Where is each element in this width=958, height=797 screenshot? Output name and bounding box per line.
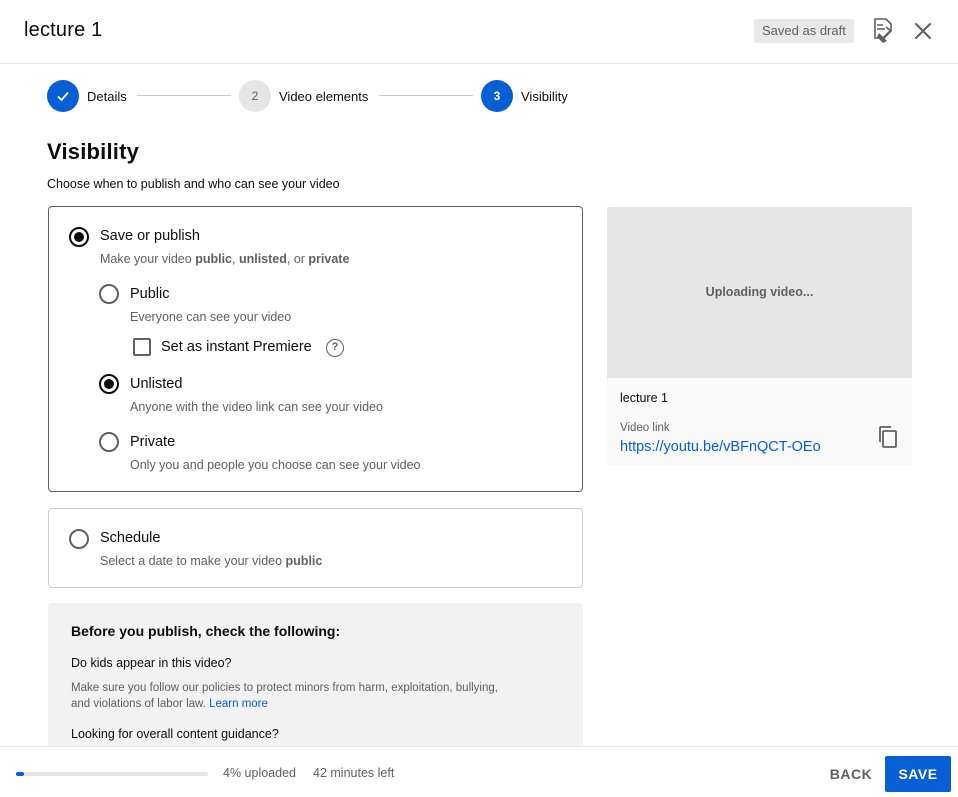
preview-video-title: lecture 1 <box>620 391 668 405</box>
checks-title: Before you publish, check the following: <box>71 623 341 639</box>
save-button[interactable]: SAVE <box>885 756 951 792</box>
saved-as-draft-badge: Saved as draft <box>754 19 854 43</box>
unlisted-radio[interactable] <box>99 374 119 394</box>
visibility-subtitle: Choose when to publish and who can see y… <box>47 177 340 191</box>
public-desc: Everyone can see your video <box>130 310 292 324</box>
instant-premiere-label: Set as instant Premiere <box>161 339 312 355</box>
back-button[interactable]: BACK <box>822 756 880 792</box>
schedule-card[interactable]: Schedule Select a date to make your vide… <box>48 508 583 588</box>
learn-more-link[interactable]: Learn more <box>209 698 268 710</box>
kids-policy-text: Make sure you follow our policies to pro… <box>71 682 498 710</box>
schedule-desc: Select a date to make your video public <box>100 554 323 568</box>
pre-publish-checks: Before you publish, check the following:… <box>48 603 583 746</box>
instant-premiere-checkbox[interactable] <box>133 338 151 356</box>
step-video-elements[interactable]: 2 Video elements <box>239 80 368 112</box>
save-or-publish-label: Save or publish <box>100 228 200 244</box>
video-preview-card: Uploading video... lecture 1 Video link … <box>607 207 912 465</box>
step-details[interactable]: Details <box>47 80 127 112</box>
step-number: 2 <box>239 80 271 112</box>
kids-question: Do kids appear in this video? <box>71 656 232 670</box>
video-link-label: Video link <box>620 422 670 434</box>
save-or-publish-desc: Make your video public, unlisted, or pri… <box>100 252 350 266</box>
video-title: lecture 1 <box>24 19 103 41</box>
unlisted-label: Unlisted <box>130 376 183 392</box>
dialog-header: lecture 1 Saved as draft <box>0 0 958 64</box>
help-icon[interactable]: ? <box>326 339 344 357</box>
step-number: 3 <box>481 80 513 112</box>
public-label: Public <box>130 286 170 302</box>
step-connector <box>379 95 473 96</box>
feedback-icon[interactable] <box>869 17 895 45</box>
schedule-radio[interactable] <box>69 529 89 549</box>
upload-status: 4% uploaded <box>223 766 296 780</box>
upload-stepper: Details 2 Video elements 3 Visibility <box>47 80 607 112</box>
uploading-status: Uploading video... <box>705 285 814 299</box>
visibility-heading: Visibility <box>47 139 140 164</box>
content-guidance-question: Looking for overall content guidance? <box>71 727 279 741</box>
private-desc: Only you and people you choose can see y… <box>130 458 421 472</box>
step-visibility[interactable]: 3 Visibility <box>481 80 568 112</box>
copy-icon[interactable] <box>877 425 899 449</box>
unlisted-desc: Anyone with the video link can see your … <box>130 400 383 414</box>
dialog-footer: 4% uploaded 42 minutes left BACK SAVE <box>0 746 958 797</box>
step-label: Visibility <box>521 88 568 104</box>
save-or-publish-radio[interactable] <box>69 227 89 247</box>
check-icon <box>47 80 79 112</box>
step-connector <box>137 95 231 96</box>
private-radio[interactable] <box>99 432 119 452</box>
step-label: Video elements <box>279 88 369 104</box>
save-or-publish-card[interactable]: Save or publish Make your video public, … <box>48 206 583 492</box>
video-link[interactable]: https://youtu.be/vBFnQCT-OEo <box>620 439 821 455</box>
upload-progress-bar <box>16 772 208 776</box>
time-left: 42 minutes left <box>313 766 395 780</box>
video-thumbnail: Uploading video... <box>607 207 912 378</box>
schedule-label: Schedule <box>100 530 161 546</box>
public-radio[interactable] <box>99 284 119 304</box>
close-icon[interactable] <box>912 20 934 42</box>
step-label: Details <box>87 88 127 104</box>
upload-progress-fill <box>16 772 24 776</box>
private-label: Private <box>130 434 176 450</box>
